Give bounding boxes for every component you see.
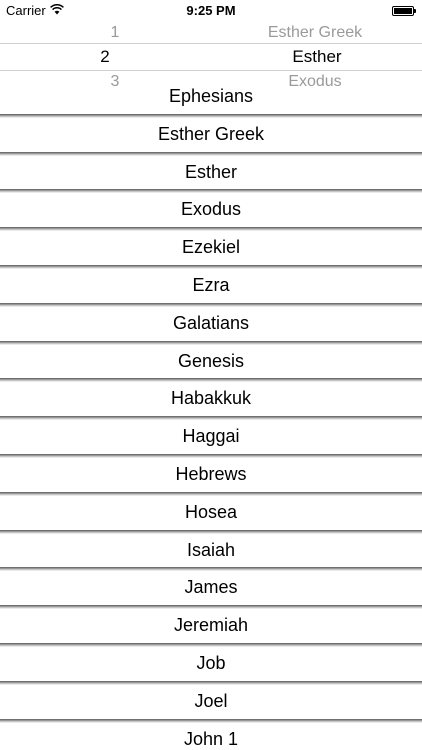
book-label: Esther Greek [157,123,265,144]
battery-icon [392,6,416,16]
book-row-james[interactable]: James [0,571,422,609]
book-row-ezekiel[interactable]: Ezekiel [0,231,422,269]
book-label: Haggai [182,426,240,447]
picker-book-name: Esther [292,47,342,66]
book-label: Ephesians [168,86,254,106]
book-row-ephesians[interactable]: Ephesians [0,80,422,118]
book-row-hebrews[interactable]: Hebrews [0,458,422,496]
book-label: Hosea [184,501,238,522]
book-row-esther[interactable]: Esther [0,156,422,194]
status-time: 9:25 PM [186,3,236,18]
book-label: Isaiah [186,539,236,560]
book-label: Job [196,652,226,673]
picker-row-selected[interactable]: 2 Esther [0,46,422,68]
book-label: John 1 [183,728,239,749]
book-label: Ezra [192,274,230,295]
book-row-ezra[interactable]: Ezra [0,269,422,307]
book-row-habakkuk[interactable]: Habakkuk [0,382,422,420]
battery-fill [394,8,412,14]
book-row-john-1[interactable]: John 1 [0,723,422,750]
book-label: Habakkuk [170,388,252,409]
book-label: Esther [184,161,238,182]
picker-number: 2 [100,47,110,66]
book-row-job[interactable]: Job [0,647,422,685]
book-label: Exodus [180,199,242,220]
book-row-esther-greek[interactable]: Esther Greek [0,118,422,156]
book-label: James [184,577,238,598]
book-row-galatians[interactable]: Galatians [0,307,422,345]
book-row-jeremiah[interactable]: Jeremiah [0,609,422,647]
picker-book-name: Esther Greek [267,24,363,41]
book-label: Ezekiel [181,237,241,258]
book-row-joel[interactable]: Joel [0,685,422,723]
book-label: Galatians [172,312,250,333]
book-row-hosea[interactable]: Hosea [0,496,422,534]
book-label: Genesis [177,350,245,371]
book-row-exodus[interactable]: Exodus [0,193,422,231]
book-list: Ephesians Esther Greek Esther Exodus Eze… [0,80,422,750]
picker-row[interactable]: 1 Esther Greek [0,22,422,44]
book-row-genesis[interactable]: Genesis [0,345,422,383]
status-bar: Carrier 9:25 PM [0,0,422,22]
book-row-isaiah[interactable]: Isaiah [0,534,422,572]
book-label: Joel [194,690,228,711]
picker-selection-top-line [0,43,422,44]
book-row-haggai[interactable]: Haggai [0,420,422,458]
book-label: Jeremiah [173,615,249,636]
book-label: Hebrews [175,463,247,484]
screen: Carrier 9:25 PM 1 Esther Greek 2 Esther [0,0,422,750]
picker-number: 1 [110,24,120,41]
